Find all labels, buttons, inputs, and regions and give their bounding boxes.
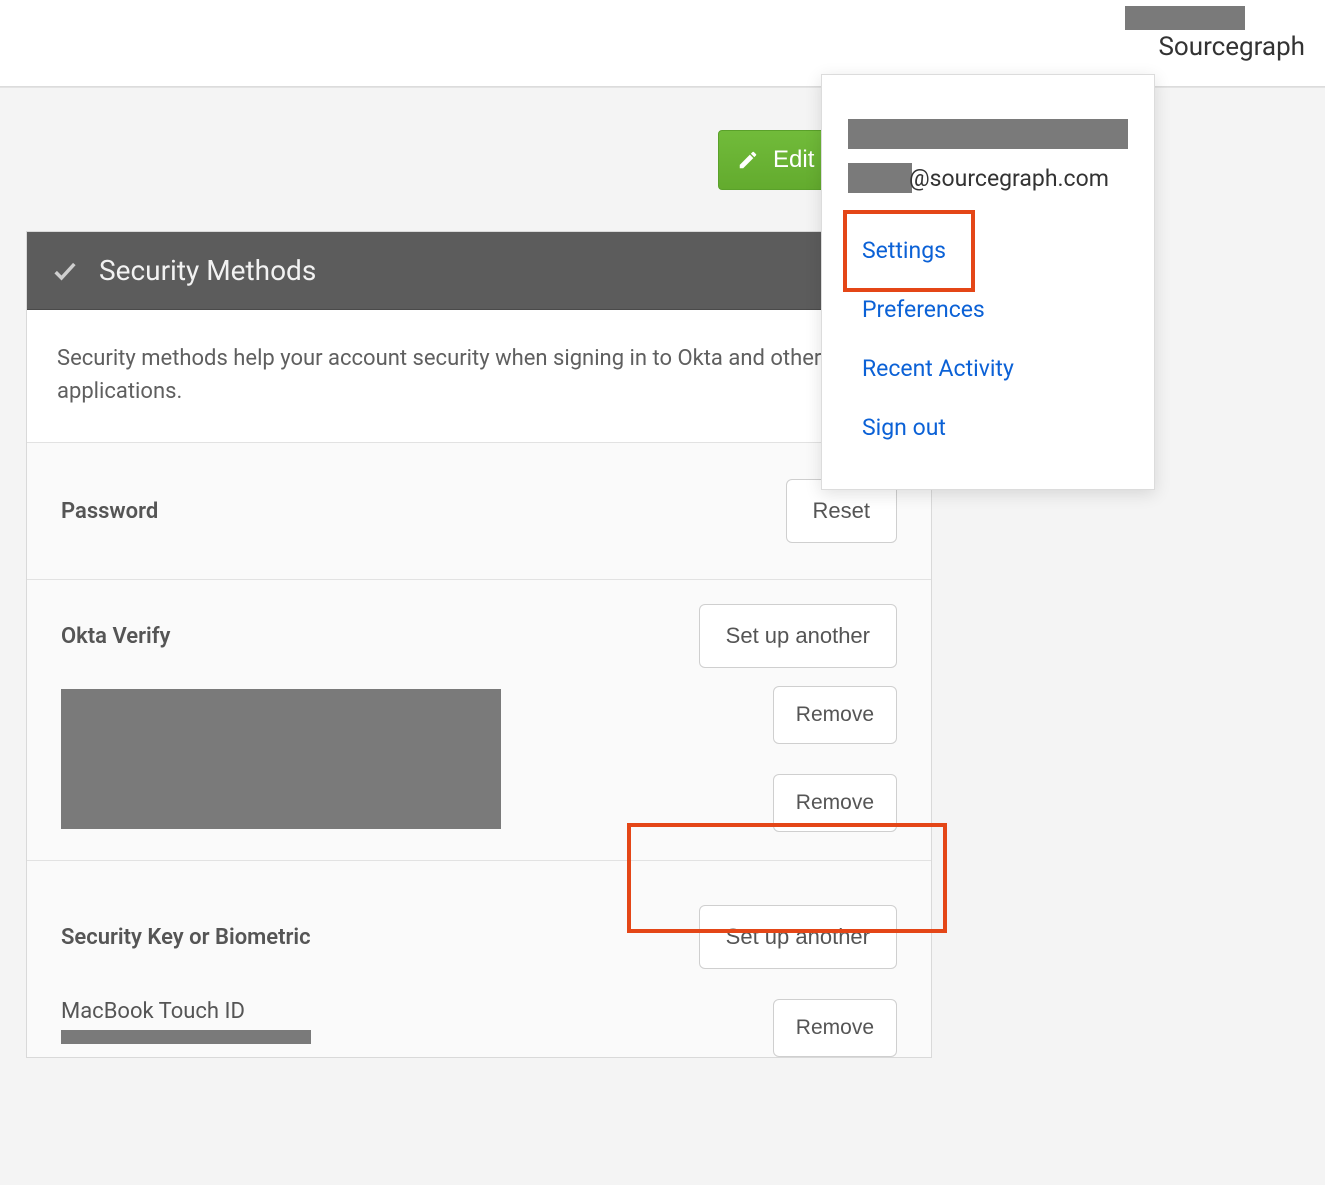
- org-name: Sourcegraph: [1158, 32, 1305, 62]
- security-key-setup-button[interactable]: Set up another: [699, 905, 897, 969]
- dropdown-preferences[interactable]: Preferences: [822, 280, 1154, 339]
- method-okta-verify: Okta Verify Set up another Remove Remove: [27, 580, 931, 861]
- dropdown-name-redacted: [848, 119, 1128, 149]
- okta-verify-setup-button[interactable]: Set up another: [699, 604, 897, 668]
- dropdown-email-local-redacted: [848, 163, 912, 193]
- security-key-meta-redacted: [61, 1030, 311, 1044]
- dropdown-sign-out[interactable]: Sign out: [822, 398, 1154, 457]
- dropdown-settings[interactable]: Settings: [822, 221, 1154, 280]
- security-key-remove-button[interactable]: Remove: [773, 999, 897, 1057]
- user-dropdown: @sourcegraph.com Settings Preferences Re…: [821, 74, 1155, 490]
- card-description: Security methods help your account secur…: [27, 310, 931, 443]
- card-header: Security Methods: [27, 232, 931, 310]
- dropdown-email-domain: @sourcegraph.com: [909, 165, 1109, 192]
- pencil-icon: [737, 149, 759, 171]
- method-password-label: Password: [61, 499, 158, 524]
- card-title: Security Methods: [99, 254, 316, 287]
- avatar-redacted: [1125, 6, 1245, 30]
- page-canvas: Edit Profile Security Methods Security m…: [0, 87, 1325, 1185]
- dropdown-recent-activity[interactable]: Recent Activity: [822, 339, 1154, 398]
- check-icon: [51, 257, 79, 285]
- okta-verify-remove-1-button[interactable]: Remove: [773, 686, 897, 744]
- security-methods-card: Security Methods Security methods help y…: [26, 231, 932, 1058]
- method-security-key: Security Key or Biometric Set up another…: [27, 861, 931, 1057]
- method-security-key-label: Security Key or Biometric: [61, 925, 311, 950]
- okta-verify-device-redacted: [61, 689, 501, 829]
- method-password: Password Reset: [27, 443, 931, 580]
- method-okta-verify-label: Okta Verify: [61, 624, 170, 649]
- dropdown-email: @sourcegraph.com: [848, 163, 1128, 193]
- okta-verify-remove-2-button[interactable]: Remove: [773, 774, 897, 832]
- security-key-device-name: MacBook Touch ID: [61, 999, 311, 1024]
